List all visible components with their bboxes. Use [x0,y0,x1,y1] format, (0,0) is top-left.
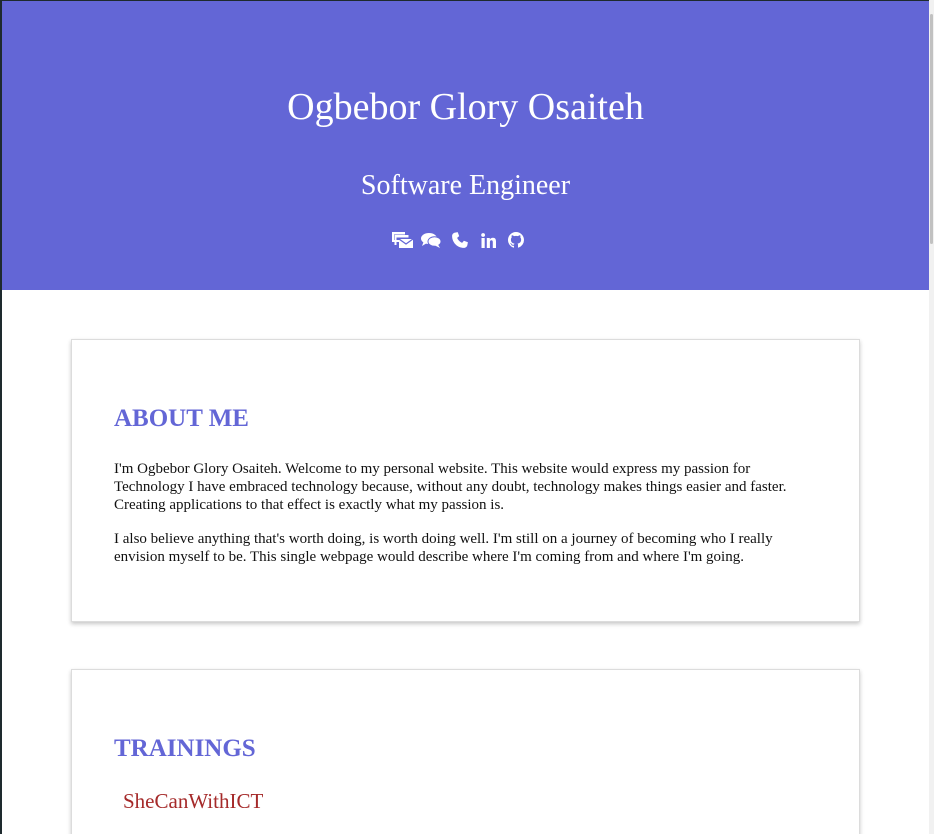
scrollbar-thumb[interactable] [930,14,933,244]
hero-name: Ogbebor Glory Osaiteh [287,86,644,128]
github-icon[interactable] [508,230,524,250]
social-links [389,230,524,250]
phone-icon[interactable] [451,230,468,250]
trainings-card: TRAININGS SheCanWithICT [71,669,860,834]
page: Ogbebor Glory Osaiteh Software Engineer [2,1,929,834]
hero-job-title: Software Engineer [360,170,571,201]
about-paragraph: I also believe anything that's worth doi… [114,531,773,565]
trainings-heading: TRAININGS [114,735,256,762]
comments-icon[interactable] [420,230,442,250]
about-me-card: ABOUT ME I'm Ogbebor Glory Osaiteh. Welc… [71,339,860,622]
hero-header: Ogbebor Glory Osaiteh Software Engineer [2,1,929,290]
training-item-shecanwithict[interactable]: SheCanWithICT [123,788,263,814]
about-me-text: I'm Ogbebor Glory Osaiteh. Welcome to my… [114,460,819,582]
mail-bulk-icon[interactable] [389,230,415,250]
about-paragraph: I'm Ogbebor Glory Osaiteh. Welcome to my… [114,461,787,513]
about-me-heading: ABOUT ME [114,405,249,432]
linkedin-icon[interactable] [480,230,496,250]
